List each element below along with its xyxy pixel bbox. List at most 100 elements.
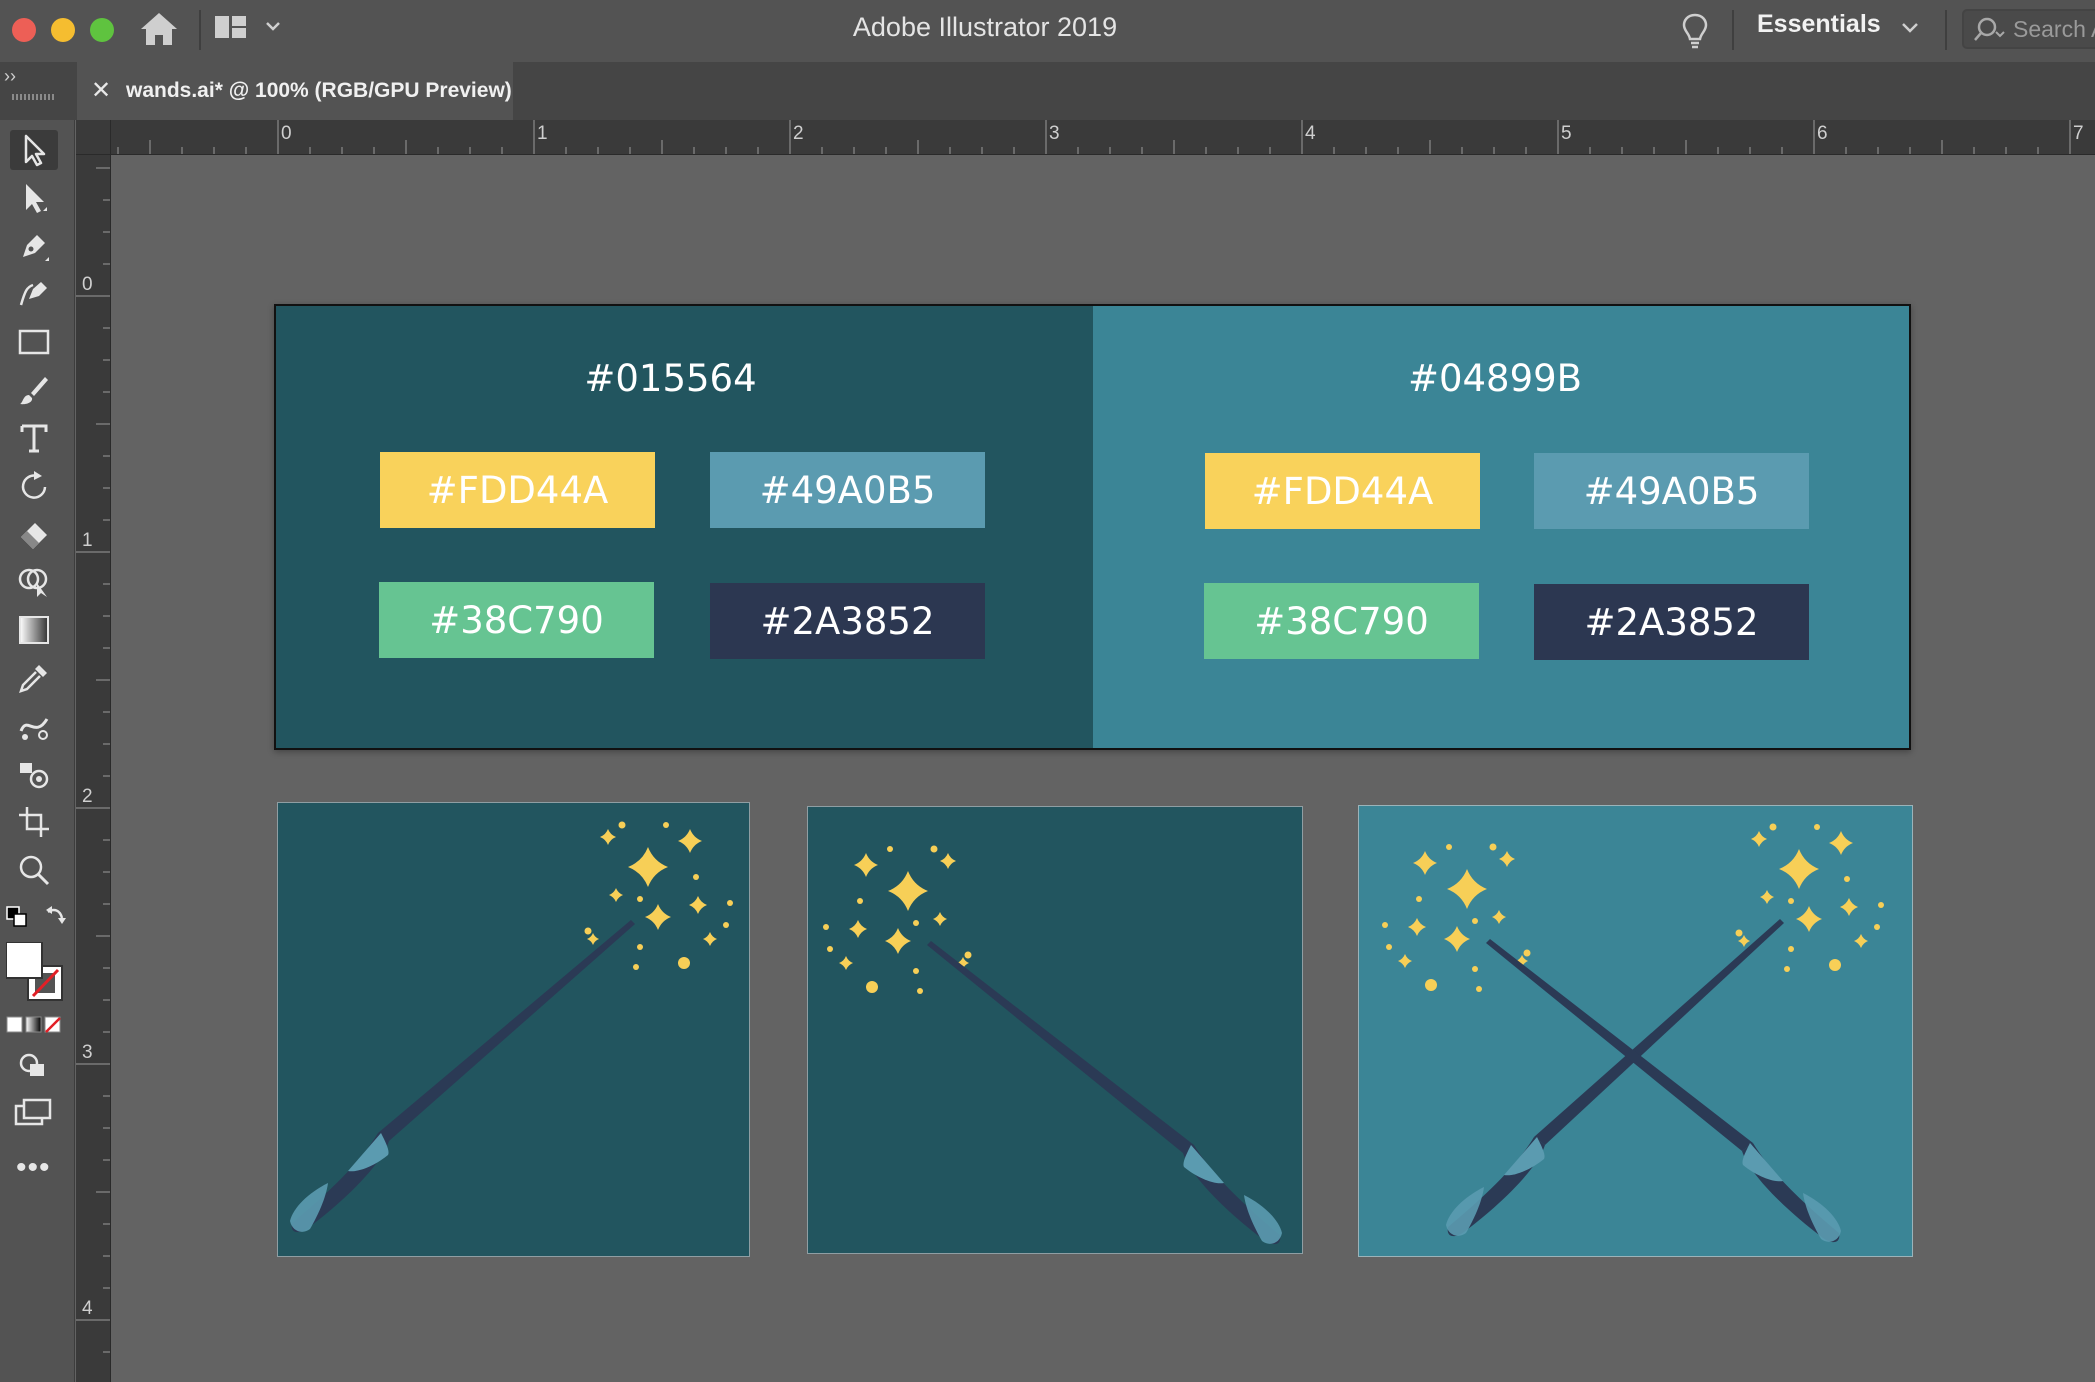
- sparkle-star: [1829, 831, 1853, 855]
- sparkle-star: [1492, 910, 1506, 924]
- chevron-down-icon[interactable]: [1900, 20, 1920, 41]
- symbol-sprayer-tool-icon[interactable]: [10, 754, 58, 794]
- vertical-ruler[interactable]: 0 1 2 3 4: [76, 154, 111, 1382]
- paintbrush-tool-icon[interactable]: [10, 370, 58, 410]
- ruler-origin[interactable]: [76, 120, 111, 155]
- swatch-yellow[interactable]: #FDD44A: [380, 452, 655, 528]
- horizontal-ruler[interactable]: 0 1 2 3 4 5 6 7: [76, 120, 2095, 155]
- sparkle-dot: [964, 951, 972, 959]
- sparkle-star: [1738, 935, 1750, 947]
- draw-mode-icon[interactable]: [16, 1050, 50, 1085]
- swatch-blue[interactable]: #49A0B5: [1534, 453, 1809, 529]
- sparkle-dot: [727, 900, 733, 906]
- rotate-tool-icon[interactable]: [10, 466, 58, 506]
- wand-left-artboard[interactable]: [807, 806, 1303, 1254]
- document-tab-label: wands.ai* @ 100% (RGB/GPU Preview): [126, 79, 512, 102]
- lightbulb-icon[interactable]: [1680, 12, 1710, 55]
- pen-tool-icon[interactable]: [10, 226, 58, 266]
- swatch-navy[interactable]: #2A3852: [1534, 584, 1809, 660]
- close-tab-icon[interactable]: ✕: [91, 76, 111, 105]
- gradient-tool-icon[interactable]: [10, 610, 58, 650]
- sparkle-dot: [1489, 843, 1497, 851]
- sparkle-star: [1499, 851, 1515, 867]
- sparkle-dot: [693, 874, 699, 880]
- more-tools-icon[interactable]: •••: [16, 1153, 51, 1183]
- sparkle-star: [1760, 890, 1774, 904]
- search-placeholder: Search A: [2013, 16, 2095, 42]
- palette-right-title: #04899B: [1407, 356, 1583, 400]
- sparkle-dot: [857, 898, 863, 904]
- screen-mode-icon[interactable]: [14, 1098, 52, 1133]
- ruler-label: 5: [1561, 123, 1572, 144]
- sparkle-star: [1854, 934, 1868, 948]
- sparkle-star: [849, 920, 867, 938]
- collapse-panels-icon[interactable]: ››: [4, 66, 16, 87]
- rectangle-tool-icon[interactable]: [10, 322, 58, 362]
- swatch-navy[interactable]: #2A3852: [710, 583, 985, 659]
- direct-selection-tool-icon[interactable]: [10, 178, 58, 218]
- swatch-green[interactable]: #38C790: [1204, 583, 1479, 659]
- ruler-label: 0: [82, 274, 93, 295]
- default-colors-icon[interactable]: [6, 906, 28, 933]
- swatch-yellow[interactable]: #FDD44A: [1205, 453, 1480, 529]
- app-title: Adobe Illustrator 2019: [852, 12, 1118, 42]
- sparkle-star: [888, 871, 928, 911]
- sparkle-dot: [1769, 823, 1777, 831]
- panel-grip-icon[interactable]: [12, 94, 54, 100]
- sparkles: [823, 845, 972, 994]
- sparkles: [1382, 823, 1884, 992]
- fill-stroke-swatch[interactable]: [5, 941, 66, 1009]
- sparkle-dot: [618, 821, 626, 829]
- sparkle-dot: [913, 920, 919, 926]
- selection-tool-icon[interactable]: [10, 130, 58, 170]
- sparkle-dot: [823, 924, 829, 930]
- sparkle-dot: [1476, 986, 1482, 992]
- sparkle-dot: [723, 922, 729, 928]
- sparkle-star: [940, 853, 956, 869]
- wand-right-artboard[interactable]: [277, 802, 750, 1257]
- sparkle-dot: [887, 846, 893, 852]
- sparkle-star: [678, 829, 702, 853]
- color-mode-icon[interactable]: [6, 1016, 62, 1039]
- zoom-tool-icon[interactable]: [10, 850, 58, 890]
- sparkle-star: [628, 847, 668, 887]
- sparkle-dot: [1523, 949, 1531, 957]
- ruler-label: 6: [1817, 123, 1828, 144]
- sparkle-star: [689, 896, 707, 914]
- eyedropper-tool-icon[interactable]: [10, 658, 58, 698]
- ruler-label: 3: [1049, 123, 1060, 144]
- workspace-switcher[interactable]: Essentials: [1757, 10, 1881, 39]
- type-tool-icon[interactable]: [10, 418, 58, 458]
- tools-panel: •••: [0, 120, 75, 1382]
- artboard-tool-icon[interactable]: [10, 802, 58, 842]
- ruler-label: 4: [1305, 123, 1316, 144]
- sparkle-dot: [1829, 959, 1841, 971]
- eraser-tool-icon[interactable]: [10, 514, 58, 554]
- sparkle-dot: [633, 964, 639, 970]
- swatch-green[interactable]: #38C790: [379, 582, 654, 658]
- swatch-blue[interactable]: #49A0B5: [710, 452, 985, 528]
- ruler-label: 2: [82, 786, 93, 807]
- sparkle-star: [1413, 851, 1437, 875]
- crossed-wands-artboard[interactable]: [1358, 805, 1913, 1257]
- sparkle-dot: [637, 896, 643, 902]
- sparkle-star: [1840, 898, 1858, 916]
- swap-colors-icon[interactable]: [44, 904, 68, 933]
- sparkle-star: [1751, 831, 1767, 847]
- sparkle-dot: [584, 927, 592, 935]
- shape-builder-tool-icon[interactable]: [10, 562, 58, 602]
- sparkle-dot: [1472, 966, 1478, 972]
- sparkle-dot: [1386, 944, 1392, 950]
- ruler-label: 7: [2073, 123, 2084, 144]
- sparkle-star: [645, 904, 671, 930]
- toolbar-separator: [1732, 10, 1734, 50]
- sparkle-star: [854, 853, 878, 877]
- sparkle-dot: [637, 944, 643, 950]
- sparkle-star: [1408, 918, 1426, 936]
- curvature-tool-icon[interactable]: [10, 274, 58, 314]
- wand-illustration: [1446, 919, 1841, 1243]
- blend-tool-icon[interactable]: [10, 706, 58, 746]
- sparkle-dot: [1814, 824, 1820, 830]
- sparkle-dot: [1784, 966, 1790, 972]
- sparkle-dot: [1416, 896, 1422, 902]
